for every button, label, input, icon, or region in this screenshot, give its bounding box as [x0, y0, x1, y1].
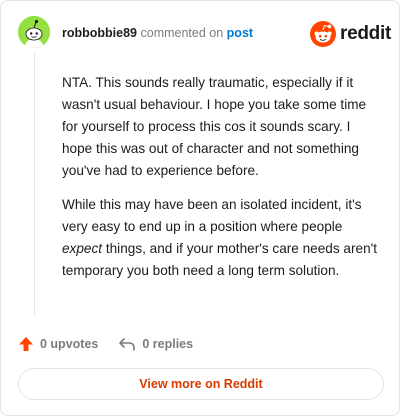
- comment-paragraph-2: While this may have been an isolated inc…: [62, 194, 382, 282]
- upvote-count: 0 upvotes: [40, 337, 99, 351]
- comment-footer: 0 upvotes 0 replies: [18, 335, 193, 353]
- reply-arrow-icon: [119, 338, 136, 351]
- reddit-logo-icon: [310, 21, 336, 47]
- comment-emphasis: expect: [62, 241, 103, 256]
- user-avatar[interactable]: [18, 16, 50, 48]
- reddit-logo[interactable]: reddit: [310, 20, 391, 48]
- post-link[interactable]: post: [227, 26, 253, 40]
- view-more-button[interactable]: View more on Reddit: [18, 368, 384, 400]
- comment-header: robbobbie89 commented on post: [62, 26, 253, 40]
- header-action-text: commented on: [140, 26, 224, 40]
- comment-paragraph-1: NTA. This sounds really traumatic, espec…: [62, 75, 367, 178]
- thread-line: [34, 53, 35, 315]
- comment-text: While this may have been an isolated inc…: [62, 197, 362, 234]
- reply-count: 0 replies: [142, 337, 194, 351]
- reply-button[interactable]: 0 replies: [118, 336, 193, 352]
- reddit-wordmark: reddit: [340, 23, 391, 44]
- username-link[interactable]: robbobbie89: [62, 26, 137, 40]
- comment-body: NTA. This sounds really traumatic, espec…: [62, 72, 382, 294]
- snoo-avatar-icon: [18, 16, 50, 48]
- comment-text: things, and if your mother's care needs …: [62, 241, 378, 278]
- comment-card: robbobbie89 commented on post reddit NTA…: [0, 0, 400, 416]
- upvote-button[interactable]: 0 upvotes: [18, 336, 98, 352]
- upvote-arrow-icon: [19, 337, 33, 351]
